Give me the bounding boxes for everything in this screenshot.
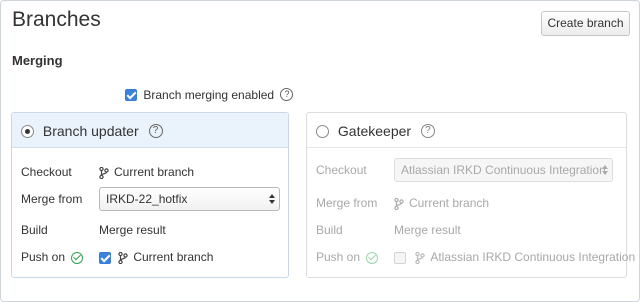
branch-icon <box>99 166 109 179</box>
branch-updater-merge-from-row: Merge from IRKD-22_hotfix <box>12 187 290 213</box>
updown-arrows-icon <box>269 194 275 204</box>
push-on-checkbox[interactable] <box>99 251 111 264</box>
updown-arrows-icon <box>602 165 608 175</box>
build-label: Build <box>21 223 48 237</box>
branch-merging-enabled-checkbox[interactable] <box>125 88 137 101</box>
push-on-value: Current branch <box>99 250 213 264</box>
push-on-checkbox[interactable] <box>394 251 406 264</box>
push-on-value-text: Atlassian IRKD Continuous Integration <box>430 250 636 264</box>
checkout-label: Checkout <box>21 165 72 179</box>
merging-section-title: Merging <box>12 53 63 68</box>
branch-updater-header[interactable]: Branch updater ? <box>12 113 288 148</box>
push-on-label: Push on <box>21 250 66 264</box>
merge-from-select[interactable]: IRKD-22_hotfix <box>99 187 280 211</box>
push-on-label-group: Push on <box>316 250 396 264</box>
branch-merging-enabled-label[interactable]: Branch merging enabled <box>143 88 274 102</box>
merge-from-value: Current branch <box>394 196 489 210</box>
checkout-value: Current branch <box>99 165 194 179</box>
merge-from-label: Merge from <box>316 196 378 210</box>
gatekeeper-panel: Gatekeeper ? Checkout Atlassian IRKD Con… <box>306 112 635 278</box>
push-on-value-text: Current branch <box>133 250 214 264</box>
help-icon[interactable]: ? <box>148 124 163 139</box>
push-on-label: Push on <box>316 250 361 264</box>
merge-from-label: Merge from <box>21 192 83 206</box>
branch-icon <box>118 251 129 264</box>
gatekeeper-header[interactable]: Gatekeeper ? <box>307 113 626 148</box>
checkout-value-text: Current branch <box>114 165 195 179</box>
branch-updater-title[interactable]: Branch updater <box>43 123 139 139</box>
branches-panel: Branches Create branch Merging Branch me… <box>0 0 640 302</box>
push-on-value: Atlassian IRKD Continuous Integration <box>394 250 635 264</box>
merge-from-value-text: Current branch <box>409 196 490 210</box>
build-value: Merge result <box>394 223 461 237</box>
branch-updater-radio[interactable] <box>21 124 34 138</box>
branch-icon <box>394 197 404 210</box>
check-circle-icon <box>366 251 379 264</box>
gatekeeper-checkout-selected-value: Atlassian IRKD Continuous Integration <box>401 163 606 177</box>
branch-icon <box>415 251 426 264</box>
page-title: Branches <box>12 8 101 31</box>
branch-updater-panel: Branch updater ? Checkout Current branch… <box>11 112 289 278</box>
help-icon[interactable]: ? <box>420 124 435 139</box>
gatekeeper-radio[interactable] <box>316 124 329 138</box>
push-on-label-group: Push on <box>21 250 101 264</box>
build-value: Merge result <box>99 223 166 237</box>
checkout-label: Checkout <box>316 163 367 177</box>
gatekeeper-checkout-row: Checkout Atlassian IRKD Continuous Integ… <box>307 158 628 184</box>
build-label: Build <box>316 223 343 237</box>
help-icon[interactable]: ? <box>280 88 294 102</box>
gatekeeper-title[interactable]: Gatekeeper <box>338 123 411 139</box>
merge-from-selected-value: IRKD-22_hotfix <box>106 192 188 206</box>
create-branch-button[interactable]: Create branch <box>541 11 630 36</box>
check-circle-icon <box>71 251 84 264</box>
gatekeeper-checkout-select[interactable]: Atlassian IRKD Continuous Integration <box>394 158 613 182</box>
branch-merging-enabled-row: Branch merging enabled ? <box>125 87 294 102</box>
